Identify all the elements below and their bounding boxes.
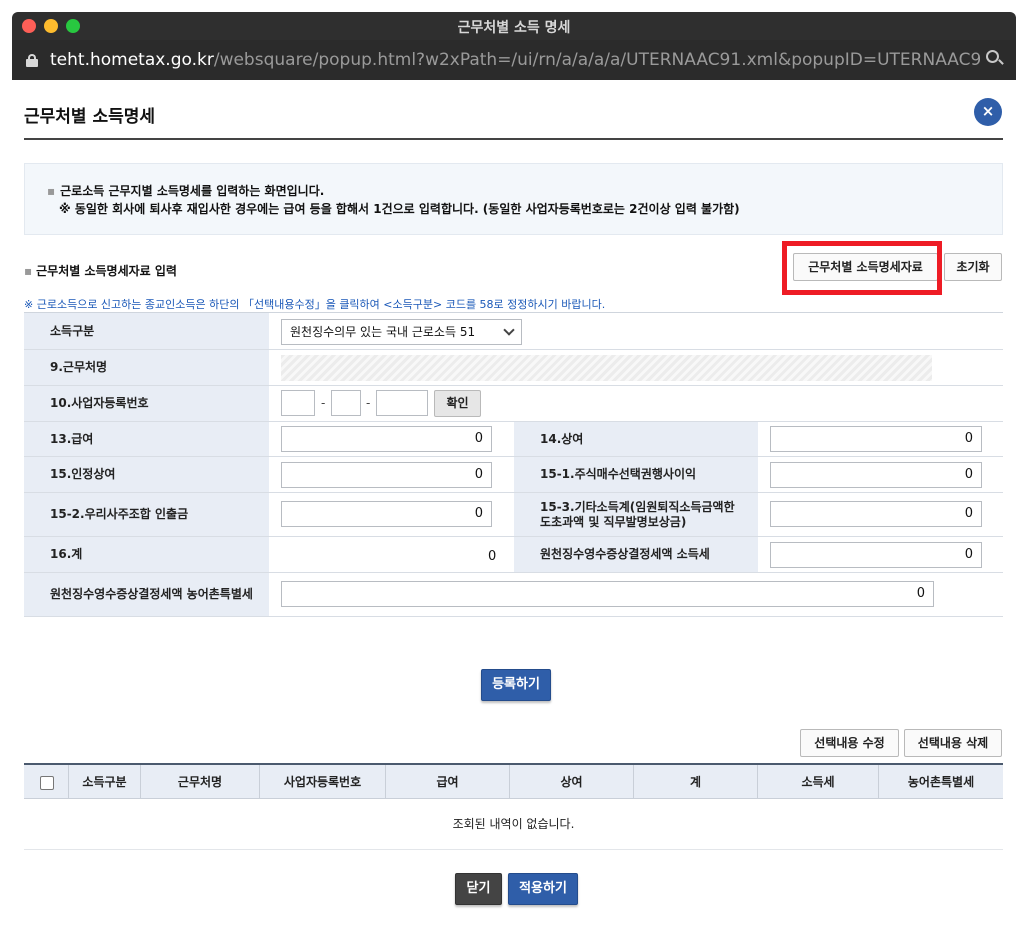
rural-tax-label: 원천징수영수증상결정세액 농어촌특별세 bbox=[24, 573, 269, 616]
delete-selected-button[interactable]: 선택내용 삭제 bbox=[904, 729, 1002, 757]
bizno-dash: - bbox=[321, 396, 326, 410]
section-title: ▪ 근무처별 소득명세자료 입력 bbox=[24, 262, 177, 279]
page-title: 근무처별 소득명세 bbox=[24, 107, 156, 127]
bullet-icon: ▪ bbox=[24, 264, 33, 278]
result-divider bbox=[24, 849, 1003, 850]
form-row: 원천징수영수증상결정세액 농어촌특별세 0 bbox=[24, 573, 1003, 617]
close-button[interactable]: 닫기 bbox=[455, 873, 502, 905]
esop-label: 15-2.우리사주조합 인출금 bbox=[24, 493, 269, 536]
edit-selected-button[interactable]: 선택내용 수정 bbox=[800, 729, 899, 757]
column-header: 근무처명 bbox=[141, 765, 260, 799]
bizno-part2-input[interactable] bbox=[331, 390, 361, 416]
search-icon[interactable] bbox=[986, 50, 1004, 68]
column-header: 급여 bbox=[386, 765, 510, 799]
info-line: ▪ 근로소득 근무지별 소득명세를 입력하는 화면입니다. bbox=[47, 182, 324, 199]
highlight-annotation bbox=[782, 241, 942, 295]
withholding-tax-label: 원천징수영수증상결정세액 소득세 bbox=[514, 537, 758, 572]
close-popup-button[interactable]: × bbox=[974, 98, 1002, 126]
reset-button[interactable]: 초기화 bbox=[944, 253, 1002, 281]
column-header: 상여 bbox=[510, 765, 634, 799]
form-row: 9.근무처명 bbox=[24, 350, 1003, 386]
salary-label: 13.급여 bbox=[24, 422, 269, 456]
total-value: 0 bbox=[488, 549, 497, 564]
info-text: 근로소득 근무지별 소득명세를 입력하는 화면입니다. bbox=[60, 184, 325, 198]
window-title: 근무처별 소득 명세 bbox=[457, 20, 571, 36]
title-divider bbox=[24, 138, 1003, 140]
form-row: 소득구분 원천징수의무 있는 국내 근로소득 51 bbox=[24, 313, 1003, 350]
form-row: 15.인정상여 0 15-1.주식매수선택권행사이익 0 bbox=[24, 457, 1003, 493]
confirm-bizno-button[interactable]: 확인 bbox=[434, 390, 481, 417]
info-box: ▪ 근로소득 근무지별 소득명세를 입력하는 화면입니다. ※ 동일한 회사에 퇴… bbox=[24, 163, 1003, 235]
bizno-part3-input[interactable] bbox=[376, 390, 428, 416]
stock-option-label: 15-1.주식매수선택권행사이익 bbox=[514, 457, 758, 492]
other-income-input[interactable]: 0 bbox=[770, 501, 982, 527]
section-title-text: 근무처별 소득명세자료 입력 bbox=[36, 264, 177, 278]
column-header: 소득세 bbox=[758, 765, 879, 799]
income-type-label: 소득구분 bbox=[24, 313, 269, 349]
form-row: 16.계 0 원천징수영수증상결정세액 소득세 0 bbox=[24, 537, 1003, 573]
url-domain: teht.hometax.go.kr bbox=[50, 50, 214, 70]
select-all-cell bbox=[24, 765, 69, 799]
bullet-icon: ▪ bbox=[47, 184, 56, 198]
income-form: 소득구분 원천징수의무 있는 국내 근로소득 51 9.근무처명 10.사업자등… bbox=[24, 312, 1003, 617]
income-type-select[interactable]: 원천징수의무 있는 국내 근로소득 51 bbox=[281, 319, 522, 345]
bizno-dash: - bbox=[366, 396, 371, 410]
form-row: 15-2.우리사주조합 인출금 0 15-3.기타소득계(임원퇴직소득금액한도초… bbox=[24, 493, 1003, 537]
recognized-bonus-label: 15.인정상여 bbox=[24, 457, 269, 492]
column-header: 계 bbox=[634, 765, 758, 799]
esop-input[interactable]: 0 bbox=[281, 501, 492, 527]
workplace-field-disabled bbox=[281, 355, 932, 381]
result-table-header: 소득구분 근무처명 사업자등록번호 급여 상여 계 소득세 농어촌특별세 bbox=[24, 763, 1003, 799]
total-label: 16.계 bbox=[24, 537, 269, 572]
info-note: ※ 동일한 회사에 퇴사후 재입사한 경우에는 급여 등을 합해서 1건으로 입… bbox=[59, 202, 740, 216]
empty-result-message: 조회된 내역이 없습니다. bbox=[452, 817, 575, 831]
stock-option-input[interactable]: 0 bbox=[770, 462, 982, 488]
chevron-down-icon bbox=[503, 324, 515, 336]
notice-text: ※ 근로소득으로 신고하는 종교인소득은 하단의 「선택내용수정」을 클릭하여 … bbox=[24, 298, 606, 311]
bonus-label: 14.상여 bbox=[514, 422, 758, 456]
withholding-tax-input[interactable]: 0 bbox=[770, 542, 982, 568]
bonus-input[interactable]: 0 bbox=[770, 426, 982, 452]
column-header: 농어촌특별세 bbox=[907, 775, 975, 789]
rural-tax-input[interactable]: 0 bbox=[281, 581, 934, 607]
select-all-checkbox[interactable] bbox=[40, 776, 54, 790]
form-row: 10.사업자등록번호 - - 확인 bbox=[24, 386, 1003, 422]
bizno-part1-input[interactable] bbox=[281, 390, 315, 416]
salary-input[interactable]: 0 bbox=[281, 426, 492, 452]
url-text[interactable]: teht.hometax.go.kr/websquare/popup.html?… bbox=[50, 50, 980, 70]
lock-icon bbox=[26, 54, 38, 67]
column-header: 사업자등록번호 bbox=[260, 765, 386, 799]
register-button[interactable]: 등록하기 bbox=[481, 669, 551, 701]
recognized-bonus-input[interactable]: 0 bbox=[281, 462, 492, 488]
window-titlebar: 근무처별 소득 명세 bbox=[12, 12, 1016, 40]
workplace-label: 9.근무처명 bbox=[24, 350, 269, 385]
other-income-label: 15-3.기타소득계(임원퇴직소득금액한도초과액 및 직무발명보상금) bbox=[514, 493, 758, 536]
income-type-value: 원천징수의무 있는 국내 근로소득 51 bbox=[290, 325, 476, 339]
apply-button[interactable]: 적용하기 bbox=[508, 873, 578, 905]
form-row: 13.급여 0 14.상여 0 bbox=[24, 422, 1003, 457]
address-bar[interactable]: teht.hometax.go.kr/websquare/popup.html?… bbox=[12, 40, 1016, 80]
column-header: 소득구분 bbox=[69, 765, 141, 799]
url-path: /websquare/popup.html?w2xPath=/ui/rn/a/a… bbox=[213, 50, 980, 70]
bizno-label: 10.사업자등록번호 bbox=[24, 386, 269, 421]
